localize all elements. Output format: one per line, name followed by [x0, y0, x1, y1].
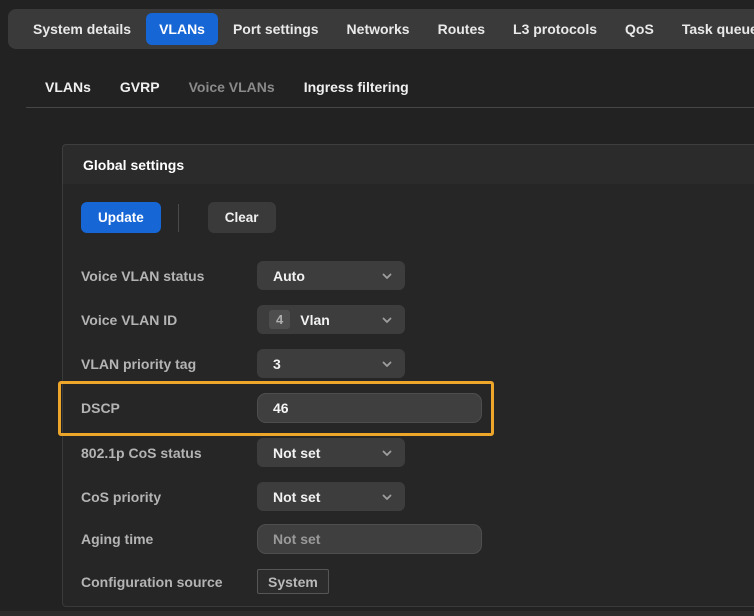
cos-priority-select[interactable]: Not set	[257, 482, 405, 511]
global-settings-body: Update Clear Voice VLAN status Auto Voic…	[62, 184, 754, 607]
update-button[interactable]: Update	[81, 202, 161, 233]
chevron-down-icon	[381, 314, 393, 326]
tab-l3-protocols[interactable]: L3 protocols	[500, 13, 610, 45]
field-label: CoS priority	[81, 489, 257, 505]
selected-value: 3	[273, 356, 381, 372]
aging-time-input[interactable]	[257, 524, 482, 554]
vlan-sub-tabs: VLANs GVRP Voice VLANs Ingress filtering	[45, 79, 409, 95]
row-configuration-source: Configuration source System	[81, 567, 754, 596]
sub-tabs-divider	[26, 107, 754, 108]
subtab-ingress-filtering[interactable]: Ingress filtering	[304, 79, 409, 95]
row-cos-priority: CoS priority Not set	[81, 482, 754, 511]
tab-system-details[interactable]: System details	[20, 13, 144, 45]
tab-routes[interactable]: Routes	[425, 13, 498, 45]
field-label: 802.1p CoS status	[81, 445, 257, 461]
subtab-voice-vlans[interactable]: Voice VLANs	[189, 79, 275, 95]
cos-status-select[interactable]: Not set	[257, 438, 405, 467]
tab-networks[interactable]: Networks	[334, 13, 423, 45]
vlan-id-badge: 4	[269, 310, 290, 329]
row-vlan-priority-tag: VLAN priority tag 3	[81, 349, 754, 378]
subtab-vlans[interactable]: VLANs	[45, 79, 91, 95]
selected-value: Vlan	[300, 312, 381, 328]
tab-vlans[interactable]: VLANs	[146, 13, 218, 45]
field-label: Configuration source	[81, 574, 257, 590]
voice-vlan-status-select[interactable]: Auto	[257, 261, 405, 290]
field-label: DSCP	[81, 400, 257, 416]
main-nav-bar: System details VLANs Port settings Netwo…	[8, 9, 754, 49]
configuration-source-badge: System	[257, 569, 329, 594]
field-label: Voice VLAN status	[81, 268, 257, 284]
chevron-down-icon	[381, 358, 393, 370]
tab-qos[interactable]: QoS	[612, 13, 667, 45]
chevron-down-icon	[381, 491, 393, 503]
action-buttons-row: Update Clear	[81, 202, 754, 233]
clear-button[interactable]: Clear	[208, 202, 276, 233]
chevron-down-icon	[381, 447, 393, 459]
tab-port-settings[interactable]: Port settings	[220, 13, 332, 45]
chevron-down-icon	[381, 270, 393, 282]
tab-task-queue[interactable]: Task queue	[669, 13, 754, 45]
selected-value: Auto	[273, 268, 381, 284]
row-aging-time: Aging time	[81, 524, 754, 553]
row-dscp: DSCP	[81, 393, 754, 423]
row-voice-vlan-status: Voice VLAN status Auto	[81, 261, 754, 290]
field-label: VLAN priority tag	[81, 356, 257, 372]
row-voice-vlan-id: Voice VLAN ID 4 Vlan	[81, 305, 754, 334]
global-settings-header: Global settings	[62, 144, 754, 185]
field-label: Voice VLAN ID	[81, 312, 257, 328]
next-section-strip	[0, 611, 754, 616]
vlan-priority-tag-select[interactable]: 3	[257, 349, 405, 378]
button-divider	[178, 204, 179, 232]
voice-vlan-id-select[interactable]: 4 Vlan	[257, 305, 405, 334]
row-cos-status: 802.1p CoS status Not set	[81, 438, 754, 467]
field-label: Aging time	[81, 531, 257, 547]
card-title: Global settings	[83, 157, 184, 173]
selected-value: Not set	[273, 445, 381, 461]
subtab-gvrp[interactable]: GVRP	[120, 79, 160, 95]
dscp-input[interactable]	[257, 393, 482, 423]
selected-value: Not set	[273, 489, 381, 505]
